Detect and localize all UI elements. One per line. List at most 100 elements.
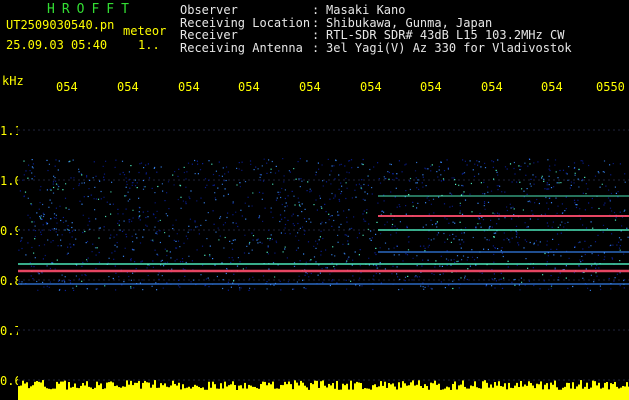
noise-pixel [218,175,220,177]
noise-pixel [301,226,304,228]
baseline-bar [624,386,626,400]
noise-pixel [375,247,377,249]
noise-pixel [251,249,253,251]
noise-pixel [548,175,550,177]
noise-pixel [132,272,134,274]
noise-pixel [527,200,529,203]
baseline-bar [348,389,350,400]
noise-pixel [524,162,526,164]
detection-count: 1.. [138,38,160,52]
noise-pixel [284,246,286,248]
noise-pixel [543,178,545,180]
noise-pixel [148,264,151,266]
noise-pixel [459,221,461,223]
noise-pixel [136,187,138,189]
noise-pixel [168,235,170,237]
noise-pixel [340,223,342,225]
noise-pixel [384,268,386,270]
noise-pixel [497,189,499,191]
noise-pixel [409,188,411,191]
noise-pixel [197,163,199,165]
baseline-bar [410,382,412,400]
noise-pixel [368,223,370,225]
baseline-bar [194,384,196,400]
noise-pixel [98,261,101,263]
noise-pixel [226,268,228,270]
noise-pixel [67,252,69,254]
noise-pixel [594,241,597,243]
noise-pixel [614,277,616,279]
noise-pixel [389,163,391,165]
noise-pixel [416,182,418,184]
baseline-bar [22,380,24,400]
noise-pixel [223,195,225,197]
noise-pixel [539,288,541,290]
noise-pixel [466,164,468,166]
noise-pixel [373,275,375,277]
noise-pixel [214,264,216,266]
noise-pixel [493,232,495,234]
noise-pixel [537,244,539,246]
noise-pixel [496,212,499,214]
noise-pixel [42,215,45,218]
noise-pixel [563,226,565,228]
noise-pixel [293,265,296,267]
noise-pixel [57,188,59,190]
noise-pixel [394,196,396,198]
baseline-bar [600,388,602,400]
baseline-bar [18,386,20,400]
noise-pixel [462,159,464,161]
noise-pixel [119,229,121,231]
baseline-bar [520,380,522,400]
noise-pixel [207,277,209,279]
noise-pixel [608,277,610,280]
receiver-value: RTL-SDR SDR# 43dB L15 103.2MHz CW [326,28,565,42]
noise-pixel [472,169,474,171]
noise-pixel [248,243,250,245]
baseline-bar [40,382,42,400]
noise-pixel [164,232,166,234]
noise-pixel [191,163,193,165]
noise-pixel [260,174,262,176]
noise-pixel [611,233,613,235]
noise-pixel [352,259,354,261]
noise-pixel [579,218,582,220]
noise-pixel [167,181,170,183]
noise-pixel [528,200,531,202]
noise-pixel [537,161,539,163]
noise-pixel [274,276,276,278]
noise-pixel [428,244,430,246]
noise-pixel [308,218,310,220]
noise-pixel [19,281,21,283]
baseline-bar [278,388,280,400]
baseline-bar [240,385,242,400]
noise-pixel [535,176,537,178]
noise-pixel [452,280,454,282]
noise-pixel [92,243,94,245]
noise-pixel [424,247,426,249]
noise-pixel [458,184,460,186]
noise-pixel [332,246,334,248]
noise-pixel [395,232,397,234]
station-info: Observer : Masaki Kano Receiving Locatio… [180,4,572,54]
noise-pixel [185,203,187,205]
noise-pixel [69,243,71,245]
noise-pixel [371,187,373,189]
noise-pixel [619,260,621,262]
noise-pixel [405,190,407,192]
noise-pixel [306,273,308,275]
noise-pixel [503,277,505,279]
noise-pixel [252,192,254,194]
noise-pixel [411,279,413,281]
noise-pixel [115,272,117,274]
noise-pixel [502,255,504,258]
observer-value: Masaki Kano [326,3,406,17]
noise-pixel [462,255,465,257]
noise-pixel [298,239,300,241]
noise-pixel [239,289,241,291]
noise-pixel [50,218,52,220]
noise-pixel [335,159,337,161]
noise-pixel [188,196,190,198]
baseline-bar [314,380,316,400]
noise-pixel [82,231,84,234]
